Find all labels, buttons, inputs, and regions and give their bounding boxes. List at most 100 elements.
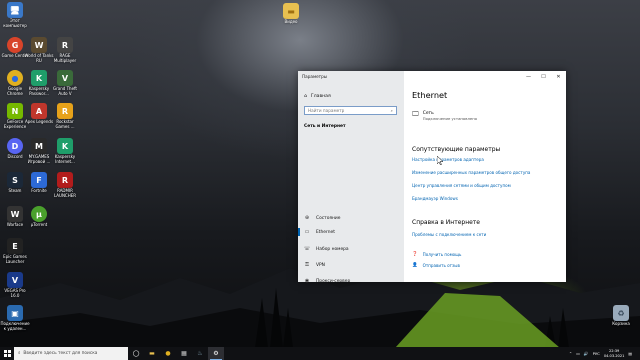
discord-icon: D <box>7 138 23 154</box>
network-item[interactable]: 🖵 Сеть Подключение установлено <box>412 110 478 122</box>
taskbar-mygames[interactable]: ▦ <box>176 347 192 360</box>
nav-dialup-label: Набор номера <box>316 246 349 252</box>
search-icon: ⌕ <box>18 351 21 356</box>
get-help-label: Получить помощь <box>422 252 462 257</box>
chrome-icon: ● <box>7 70 23 86</box>
mygames-icon: ▦ <box>181 350 187 357</box>
warface-icon: W <box>7 206 23 222</box>
nav-vpn[interactable]: ⚿ VPN <box>298 259 404 271</box>
recycle-bin-icon: ♻ <box>613 305 629 321</box>
close-button[interactable]: ✕ <box>551 71 566 82</box>
home-label: Главная <box>310 94 331 99</box>
desktop-icon-this-pc[interactable]: 🖥 Этот компьютер <box>0 2 30 28</box>
nav-proxy[interactable]: ◉ Прокси-сервер <box>298 275 404 287</box>
settings-sidebar: Параметры ⌂ Главная Найти параметр ⌕ Сет… <box>298 71 404 284</box>
nav-dialup[interactable]: ☏ Набор номера <box>298 243 404 255</box>
desktop-icon-recycle-bin[interactable]: ♻ Корзина <box>606 305 636 327</box>
settings-window: Параметры ⌂ Главная Найти параметр ⌕ Сет… <box>298 71 566 284</box>
taskbar-search-placeholder: Введите здесь текст для поиска <box>23 351 98 356</box>
start-button[interactable] <box>0 347 14 360</box>
clock[interactable]: 22:39 04.03.2021 <box>604 349 625 357</box>
firewall-link[interactable]: Брандмауэр Windows <box>412 196 458 201</box>
settings-content: — ☐ ✕ Ethernet 🖵 Сеть Подключение устано… <box>404 71 566 282</box>
window-title: Параметры <box>302 74 328 79</box>
world-of-tanks-icon: W <box>31 37 47 53</box>
help-icon: ❓ <box>412 252 418 257</box>
search-placeholder: Найти параметр <box>308 108 345 113</box>
mouse-cursor-icon <box>437 156 443 165</box>
volume-icon[interactable]: 🔊 <box>584 351 589 356</box>
language-indicator[interactable]: РУС <box>593 351 600 356</box>
notifications-icon[interactable]: ▤ <box>628 351 632 356</box>
folder-icon: ▬ <box>283 3 299 19</box>
globe-icon: ⊕ <box>304 215 310 221</box>
home-icon: ⌂ <box>304 94 307 99</box>
taskbar-settings[interactable]: ⚙ <box>208 347 224 360</box>
connection-problems-link[interactable]: Проблемы с подключением к сети <box>412 232 486 237</box>
desktop-icon-epic[interactable]: E Epic Games Launcher <box>0 238 30 264</box>
vegas-icon: V <box>7 272 23 288</box>
remote-desktop-icon: ▣ <box>7 305 23 321</box>
taskbar-explorer[interactable]: ▬ <box>144 347 160 360</box>
sharing-settings-link[interactable]: Изменение расширенных параметров общего … <box>412 170 530 175</box>
send-feedback-link[interactable]: 👤 Отправить отзыв <box>412 263 460 268</box>
folder-icon: ▬ <box>149 350 155 357</box>
task-view-button[interactable]: ◯ <box>128 347 144 360</box>
nav-status[interactable]: ⊕ Состояние <box>298 212 404 224</box>
chrome-icon: ● <box>165 350 171 357</box>
tray-chevron-icon[interactable]: ⌃ <box>569 351 572 356</box>
rockstar-icon: R <box>57 103 73 119</box>
nav-status-label: Состояние <box>316 215 341 221</box>
gear-icon: ⚙ <box>213 350 219 357</box>
desktop-icon-rockstar[interactable]: R Rockstar Games ... <box>50 103 80 129</box>
dialup-icon: ☏ <box>303 246 311 252</box>
search-icon: ⌕ <box>390 108 393 113</box>
clock-date: 04.03.2021 <box>603 353 625 358</box>
network-center-link[interactable]: Центр управления сетями и общим доступом <box>412 183 511 188</box>
nav-vpn-label: VPN <box>316 262 325 268</box>
minimize-button[interactable]: — <box>521 71 536 82</box>
ethernet-icon: ▭ <box>304 229 310 235</box>
steam-icon: ♨ <box>197 350 203 357</box>
taskbar-search-box[interactable]: ⌕ Введите здесь текст для поиска <box>14 347 128 360</box>
network-status: Подключение установлено <box>422 116 478 121</box>
desktop-icon-utorrent[interactable]: μ μTorrent <box>24 206 54 228</box>
home-link[interactable]: ⌂ Главная <box>304 94 331 99</box>
settings-search-input[interactable]: Найти параметр ⌕ <box>304 106 397 115</box>
fortnite-icon: F <box>31 172 47 188</box>
kaspersky-icon: K <box>31 70 47 86</box>
desktop-icon-radmir[interactable]: R RADMIR LAUNCHER <box>50 172 80 198</box>
gta-icon: V <box>57 70 73 86</box>
page-title: Ethernet <box>412 90 448 100</box>
mygames-icon: M <box>31 138 47 154</box>
web-help-title: Справка в Интернете <box>412 219 480 226</box>
utorrent-icon: μ <box>31 206 47 222</box>
monitor-icon: 🖵 <box>412 110 419 118</box>
computer-icon: 🖥 <box>7 2 23 18</box>
nav-ethernet[interactable]: ▭ Ethernet <box>298 226 404 238</box>
desktop-icon-rage-mp[interactable]: R RAGE Multiplayer <box>50 37 80 63</box>
network-icon[interactable]: ▭ <box>576 351 580 356</box>
maximize-button[interactable]: ☐ <box>536 71 551 82</box>
desktop-icon-video-folder[interactable]: ▬ Видео <box>276 3 306 25</box>
vpn-icon: ⚿ <box>305 262 309 268</box>
adapter-settings-link[interactable]: Настройка параметров адаптера <box>412 157 484 162</box>
taskbar: ⌕ Введите здесь текст для поиска ◯ ▬ ● ▦… <box>0 347 640 360</box>
desktop-icon-kaspersky-internet[interactable]: K Kaspersky Internet... <box>50 138 80 164</box>
get-help-link[interactable]: ❓ Получить помощь <box>412 252 461 257</box>
section-label: Сеть и Интернет <box>304 124 346 129</box>
system-tray: ⌃ ▭ 🔊 РУС 22:39 04.03.2021 ▤ <box>569 347 640 360</box>
desktop-icon-remote-desktop[interactable]: ▣ Подключение к удален... <box>0 305 30 331</box>
game-center-icon: G <box>7 37 23 53</box>
desktop-icon-gta-v[interactable]: V Grand Theft Auto V <box>50 70 80 96</box>
task-view-icon: ◯ <box>132 350 140 357</box>
taskbar-chrome[interactable]: ● <box>160 347 176 360</box>
related-settings-title: Сопутствующие параметры <box>412 146 501 153</box>
taskbar-steam[interactable]: ♨ <box>192 347 208 360</box>
steam-icon: S <box>7 172 23 188</box>
proxy-icon: ◉ <box>304 278 310 284</box>
desktop-icon-vegas[interactable]: V VEGAS Pro 16.0 <box>0 272 30 298</box>
rage-mp-icon: R <box>57 37 73 53</box>
window-controls: — ☐ ✕ <box>521 71 566 82</box>
geforce-icon: N <box>7 103 23 119</box>
